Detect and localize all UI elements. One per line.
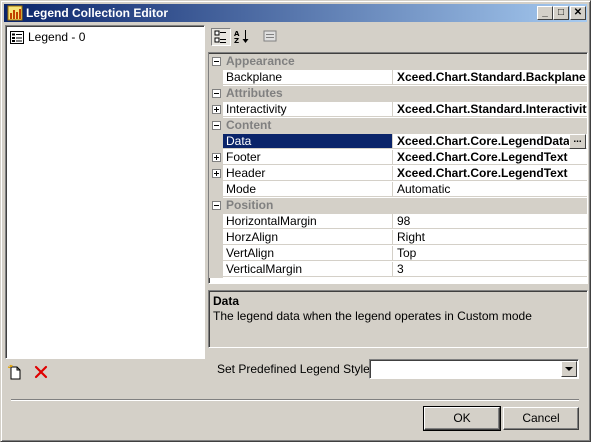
property-row-interactivity[interactable]: Interactivity Xceed.Chart.Standard.Inter… <box>209 102 587 118</box>
property-value[interactable]: Xceed.Chart.Core.LegendText <box>393 150 587 165</box>
minimize-button[interactable]: _ <box>537 6 553 20</box>
collapse-icon[interactable] <box>212 57 221 66</box>
category-row-appearance[interactable]: Appearance <box>209 54 587 70</box>
property-row-header[interactable]: Header Xceed.Chart.Core.LegendText <box>209 166 587 182</box>
divider <box>11 399 579 401</box>
category-name: Content <box>226 118 272 132</box>
property-value[interactable]: 3 <box>393 262 587 277</box>
property-value[interactable]: Automatic <box>393 182 587 197</box>
property-grid[interactable]: Appearance Backplane Xceed.Chart.Standar… <box>208 52 588 284</box>
description-title: Data <box>213 294 240 308</box>
chevron-down-icon[interactable] <box>561 361 577 377</box>
property-row-footer[interactable]: Footer Xceed.Chart.Core.LegendText <box>209 150 587 166</box>
property-row-data[interactable]: Data Xceed.Chart.Core.LegendData ... <box>209 134 587 150</box>
property-name: Footer <box>223 150 393 165</box>
legend-style-select[interactable] <box>369 359 579 379</box>
delete-legend-icon[interactable] <box>33 364 49 380</box>
property-name: VerticalMargin <box>223 262 393 277</box>
collapse-icon[interactable] <box>212 201 221 210</box>
property-value[interactable]: Xceed.Chart.Core.LegendData <box>393 134 587 149</box>
category-name: Attributes <box>226 86 283 100</box>
property-name: HorizontalMargin <box>223 214 393 229</box>
categorized-icon <box>214 30 226 43</box>
property-value[interactable]: Xceed.Chart.Standard.Interactivity <box>393 102 587 117</box>
property-grid-toolbar: A Z <box>208 25 588 49</box>
property-pages-icon <box>263 30 277 42</box>
collapse-icon[interactable] <box>212 121 221 130</box>
list-item-label: Legend - 0 <box>28 30 86 44</box>
ok-button[interactable]: OK <box>423 406 501 431</box>
property-name: Backplane <box>223 70 393 85</box>
sort-az-icon: A Z <box>234 30 249 45</box>
description-panel: Data The legend data when the legend ope… <box>208 290 588 348</box>
expand-icon[interactable] <box>212 105 221 114</box>
property-name: Header <box>223 166 393 181</box>
category-row-attributes[interactable]: Attributes <box>209 86 587 102</box>
chart-app-icon <box>7 5 23 21</box>
legend-list[interactable]: Legend - 0 <box>5 25 205 359</box>
property-value[interactable]: Top <box>393 246 587 261</box>
svg-text:Z: Z <box>234 37 239 44</box>
alphabetical-view-button[interactable]: A Z <box>233 28 253 46</box>
title-bar[interactable]: Legend Collection Editor _ □ ✕ <box>4 4 587 22</box>
property-value[interactable]: Right <box>393 230 587 245</box>
property-name: Mode <box>223 182 393 197</box>
categorized-view-button[interactable] <box>211 28 231 46</box>
expand-icon[interactable] <box>212 169 221 178</box>
property-name: Data <box>223 134 393 149</box>
property-row-mode[interactable]: Mode Automatic <box>209 182 587 198</box>
category-row-position[interactable]: Position <box>209 198 587 214</box>
legend-collection-editor-window: Legend Collection Editor _ □ ✕ Legend - … <box>0 0 591 442</box>
property-value[interactable]: 98 <box>393 214 587 229</box>
property-row-backplane[interactable]: Backplane Xceed.Chart.Standard.Backplane <box>209 70 587 86</box>
category-name: Position <box>226 198 274 212</box>
property-row-horzalign[interactable]: HorzAlign Right <box>209 230 587 246</box>
expand-icon[interactable] <box>212 153 221 162</box>
description-text: The legend data when the legend operates… <box>213 309 532 323</box>
property-value[interactable]: Xceed.Chart.Standard.Backplane <box>393 70 587 85</box>
add-legend-icon[interactable] <box>7 364 23 380</box>
category-row-content[interactable]: Content <box>209 118 587 134</box>
property-row-verticalmargin[interactable]: VerticalMargin 3 <box>209 262 587 278</box>
legend-style-label: Set Predefined Legend Style: <box>217 362 374 376</box>
property-pages-button[interactable] <box>261 28 281 46</box>
maximize-button[interactable]: □ <box>553 6 569 20</box>
property-value[interactable]: Xceed.Chart.Core.LegendText <box>393 166 587 181</box>
cancel-button[interactable]: Cancel <box>503 407 579 430</box>
list-item[interactable]: Legend - 0 <box>10 29 85 45</box>
property-name: Interactivity <box>223 102 393 117</box>
collapse-icon[interactable] <box>212 89 221 98</box>
window-title: Legend Collection Editor <box>26 6 169 20</box>
property-row-horizontalmargin[interactable]: HorizontalMargin 98 <box>209 214 587 230</box>
ellipsis-button[interactable]: ... <box>569 134 586 149</box>
property-name: VertAlign <box>223 246 393 261</box>
property-row-vertalign[interactable]: VertAlign Top <box>209 246 587 262</box>
category-name: Appearance <box>226 54 295 68</box>
property-name: HorzAlign <box>223 230 393 245</box>
legend-item-icon <box>10 30 24 44</box>
close-button[interactable]: ✕ <box>570 6 586 20</box>
